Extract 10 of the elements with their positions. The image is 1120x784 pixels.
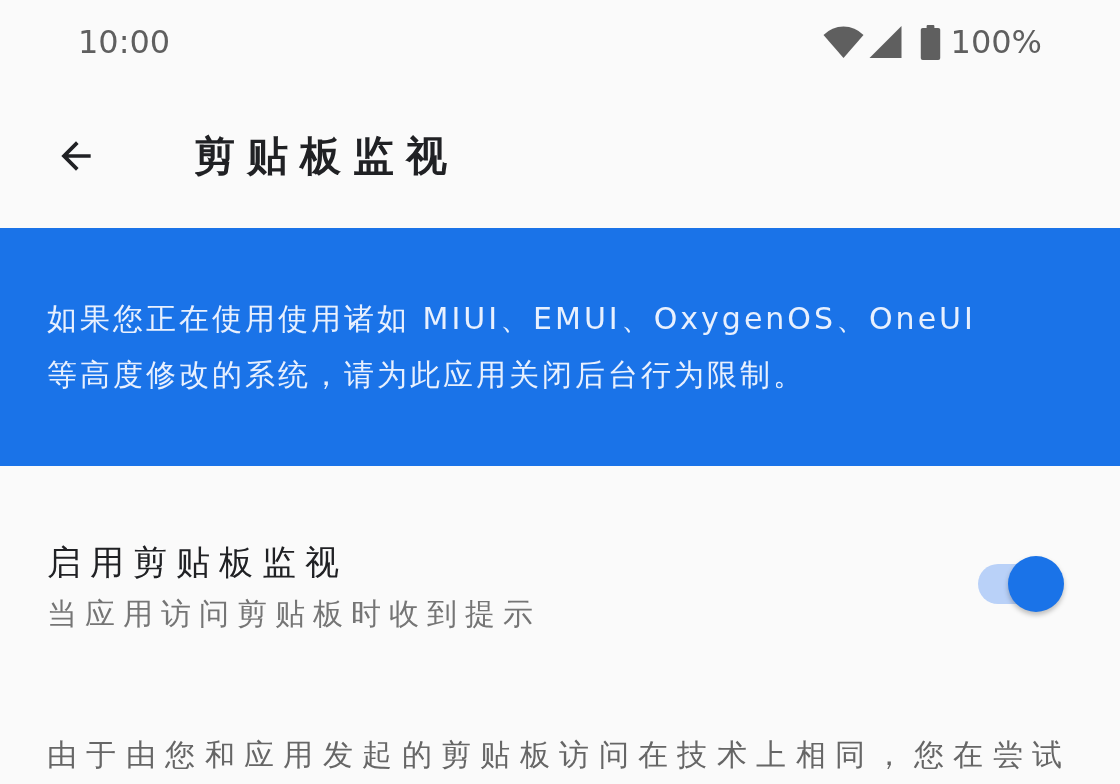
description-text: 由于由您和应用发起的剪贴板访问在技术上相同，您在尝试	[47, 736, 1072, 774]
banner-message: 如果您正在使用使用诸如 MIUI、EMUI、OxygenOS、OneUI 等高度修改的系统，请为此应用关闭后台行为限制。	[47, 300, 977, 394]
battery-percentage: 100%	[950, 23, 1042, 61]
clock-time: 10:00	[78, 23, 171, 61]
setting-description: 当应用访问剪贴板时收到提示	[47, 595, 541, 633]
page-title: 剪贴板监视	[194, 130, 459, 182]
signal-icon	[868, 26, 902, 58]
battery-icon	[919, 24, 941, 60]
setting-title: 启用剪贴板监视	[47, 541, 348, 584]
wifi-icon	[822, 26, 864, 58]
